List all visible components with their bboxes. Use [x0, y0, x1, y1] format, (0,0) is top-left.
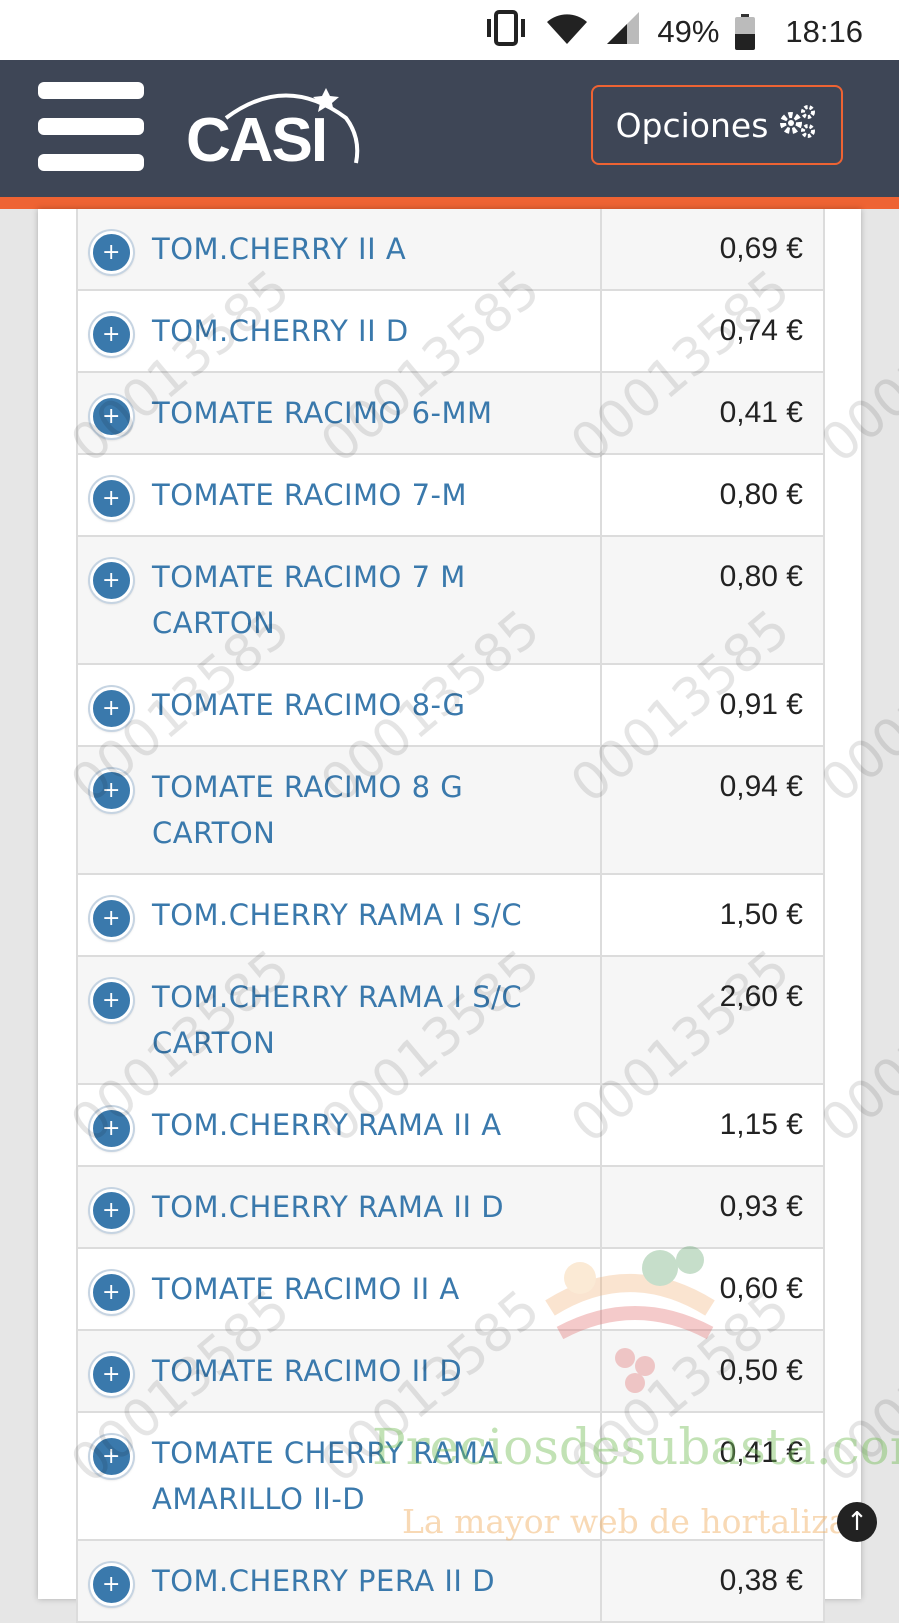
product-price: 0,74 € — [719, 314, 803, 347]
expand-plus-icon[interactable]: + — [90, 1107, 133, 1150]
product-name-cell: + TOMATE RACIMO 7-M — [78, 455, 602, 535]
expand-plus-icon[interactable]: + — [90, 897, 133, 940]
price-table: + TOM.CHERRY II A 0,69 € + TOM.CHERRY II D 0,… — [76, 209, 825, 1623]
battery-icon — [735, 14, 756, 50]
product-name: TOM.CHERRY RAMA I S/C — [152, 898, 523, 932]
table-row[interactable]: + TOMATE RACIMO 7-M 0,80 € — [78, 455, 823, 537]
product-name: TOMATE RACIMO 8-G — [152, 688, 466, 722]
product-price: 0,80 € — [719, 560, 803, 593]
product-price: 0,69 € — [719, 232, 803, 265]
expand-plus-icon[interactable]: + — [90, 1353, 133, 1396]
table-row[interactable]: + TOMATE RACIMO 7 M CARTON 0,80 € — [78, 537, 823, 665]
product-price: 0,94 € — [719, 770, 803, 803]
product-name-cell: + TOM.CHERRY RAMA II A — [78, 1085, 602, 1165]
product-name: TOM.CHERRY II D — [152, 314, 409, 348]
product-name: TOMATE RACIMO 8 G CARTON — [152, 770, 464, 850]
table-row[interactable]: + TOMATE RACIMO II D 0,50 € — [78, 1331, 823, 1413]
expand-plus-icon[interactable]: + — [90, 231, 133, 274]
expand-plus-icon[interactable]: + — [90, 769, 133, 812]
gears-icon — [778, 103, 818, 147]
product-name-cell: + TOMATE RACIMO II A — [78, 1249, 602, 1329]
arrow-up-icon: ↑ — [846, 1507, 868, 1537]
options-button[interactable]: Opciones — [591, 85, 843, 165]
product-price: 0,50 € — [719, 1354, 803, 1387]
expand-plus-icon[interactable]: + — [90, 313, 133, 356]
expand-plus-icon[interactable]: + — [90, 1271, 133, 1314]
product-price: 2,60 € — [719, 980, 803, 1013]
product-price: 0,91 € — [719, 688, 803, 721]
product-name-cell: + TOM.CHERRY RAMA II D — [78, 1167, 602, 1247]
wifi-icon — [545, 10, 589, 54]
options-label: Opciones — [615, 105, 769, 145]
product-name: TOM.CHERRY II A — [152, 232, 407, 266]
product-name-cell: + TOMATE RACIMO 7 M CARTON — [78, 537, 602, 663]
product-name-cell: + TOMATE RACIMO 8-G — [78, 665, 602, 745]
table-row[interactable]: + TOM.CHERRY RAMA II A 1,15 € — [78, 1085, 823, 1167]
product-name: TOM.CHERRY RAMA II A — [152, 1108, 502, 1142]
table-row[interactable]: + TOM.CHERRY II A 0,69 € — [78, 209, 823, 291]
expand-plus-icon[interactable]: + — [90, 979, 133, 1022]
table-row[interactable]: + TOM.CHERRY PERA II D 0,38 € — [78, 1541, 823, 1623]
product-name-cell: + TOM.CHERRY RAMA I S/C CARTON — [78, 957, 602, 1083]
product-name-cell: + TOMATE RACIMO 8 G CARTON — [78, 747, 602, 873]
expand-plus-icon[interactable]: + — [90, 477, 133, 520]
product-price: 0,80 € — [719, 478, 803, 511]
price-card: + TOM.CHERRY II A 0,69 € + TOM.CHERRY II D 0,… — [38, 209, 861, 1623]
table-row[interactable]: + TOM.CHERRY II D 0,74 € — [78, 291, 823, 373]
product-name-cell: + TOM.CHERRY PERA II D — [78, 1541, 602, 1621]
menu-icon[interactable] — [38, 82, 144, 171]
product-price: 0,41 € — [719, 396, 803, 429]
signal-icon — [605, 10, 641, 54]
clock: 18:16 — [785, 14, 863, 49]
product-name-cell: + TOM.CHERRY II D — [78, 291, 602, 371]
expand-plus-icon[interactable]: + — [90, 1435, 133, 1478]
product-price: 1,15 € — [719, 1108, 803, 1141]
table-row[interactable]: + TOMATE RACIMO 8-G 0,91 € — [78, 665, 823, 747]
product-name-cell: + TOMATE RACIMO 6-MM — [78, 373, 602, 453]
casi-logo[interactable]: CASI — [186, 78, 366, 178]
expand-plus-icon[interactable]: + — [90, 1563, 133, 1606]
expand-plus-icon[interactable]: + — [90, 1189, 133, 1232]
product-name: TOM.CHERRY RAMA I S/C CARTON — [152, 980, 523, 1060]
product-name-cell: + TOM.CHERRY RAMA I S/C — [78, 875, 602, 955]
expand-plus-icon[interactable]: + — [90, 687, 133, 730]
product-price: 1,50 € — [719, 898, 803, 931]
battery-percent: 49% — [657, 14, 720, 49]
vibrate-icon — [483, 10, 529, 54]
table-row[interactable]: + TOMATE RACIMO 6-MM 0,41 € — [78, 373, 823, 455]
product-price: 0,93 € — [719, 1190, 803, 1223]
header-accent-bar — [0, 197, 899, 209]
table-row[interactable]: + TOMATE RACIMO II A 0,60 € — [78, 1249, 823, 1331]
status-bar: 49% 18:16 — [0, 0, 899, 60]
table-row[interactable]: + TOMATE RACIMO 8 G CARTON 0,94 € — [78, 747, 823, 875]
product-name-cell: + TOMATE CHERRY RAMA AMARILLO II-D — [78, 1413, 602, 1539]
product-name: TOMATE CHERRY RAMA AMARILLO II-D — [152, 1436, 499, 1516]
table-row[interactable]: + TOMATE CHERRY RAMA AMARILLO II-D 0,41 € — [78, 1413, 823, 1541]
expand-plus-icon[interactable]: + — [90, 395, 133, 438]
product-name: TOM.CHERRY RAMA II D — [152, 1190, 505, 1224]
product-name: TOMATE RACIMO 7 M CARTON — [152, 560, 466, 640]
logo-text: CASI — [186, 106, 328, 175]
product-name: TOMATE RACIMO II D — [152, 1354, 463, 1388]
product-price: 0,41 € — [719, 1436, 803, 1469]
product-name-cell: + TOM.CHERRY II A — [78, 209, 602, 289]
product-price: 0,38 € — [719, 1564, 803, 1597]
product-price: 0,60 € — [719, 1272, 803, 1305]
status-bar-icons: 49% 18:16 — [483, 10, 863, 54]
app-header: CASI Opciones — [0, 60, 899, 197]
product-name: TOM.CHERRY PERA II D — [152, 1564, 496, 1598]
table-row[interactable]: + TOM.CHERRY RAMA II D 0,93 € — [78, 1167, 823, 1249]
expand-plus-icon[interactable]: + — [90, 559, 133, 602]
product-name: TOMATE RACIMO 7-M — [152, 478, 468, 512]
product-name: TOMATE RACIMO 6-MM — [152, 396, 493, 430]
product-name: TOMATE RACIMO II A — [152, 1272, 460, 1306]
table-row[interactable]: + TOM.CHERRY RAMA I S/C CARTON 2,60 € — [78, 957, 823, 1085]
product-name-cell: + TOMATE RACIMO II D — [78, 1331, 602, 1411]
table-row[interactable]: + TOM.CHERRY RAMA I S/C 1,50 € — [78, 875, 823, 957]
scroll-to-top-button[interactable]: ↑ — [837, 1502, 877, 1542]
